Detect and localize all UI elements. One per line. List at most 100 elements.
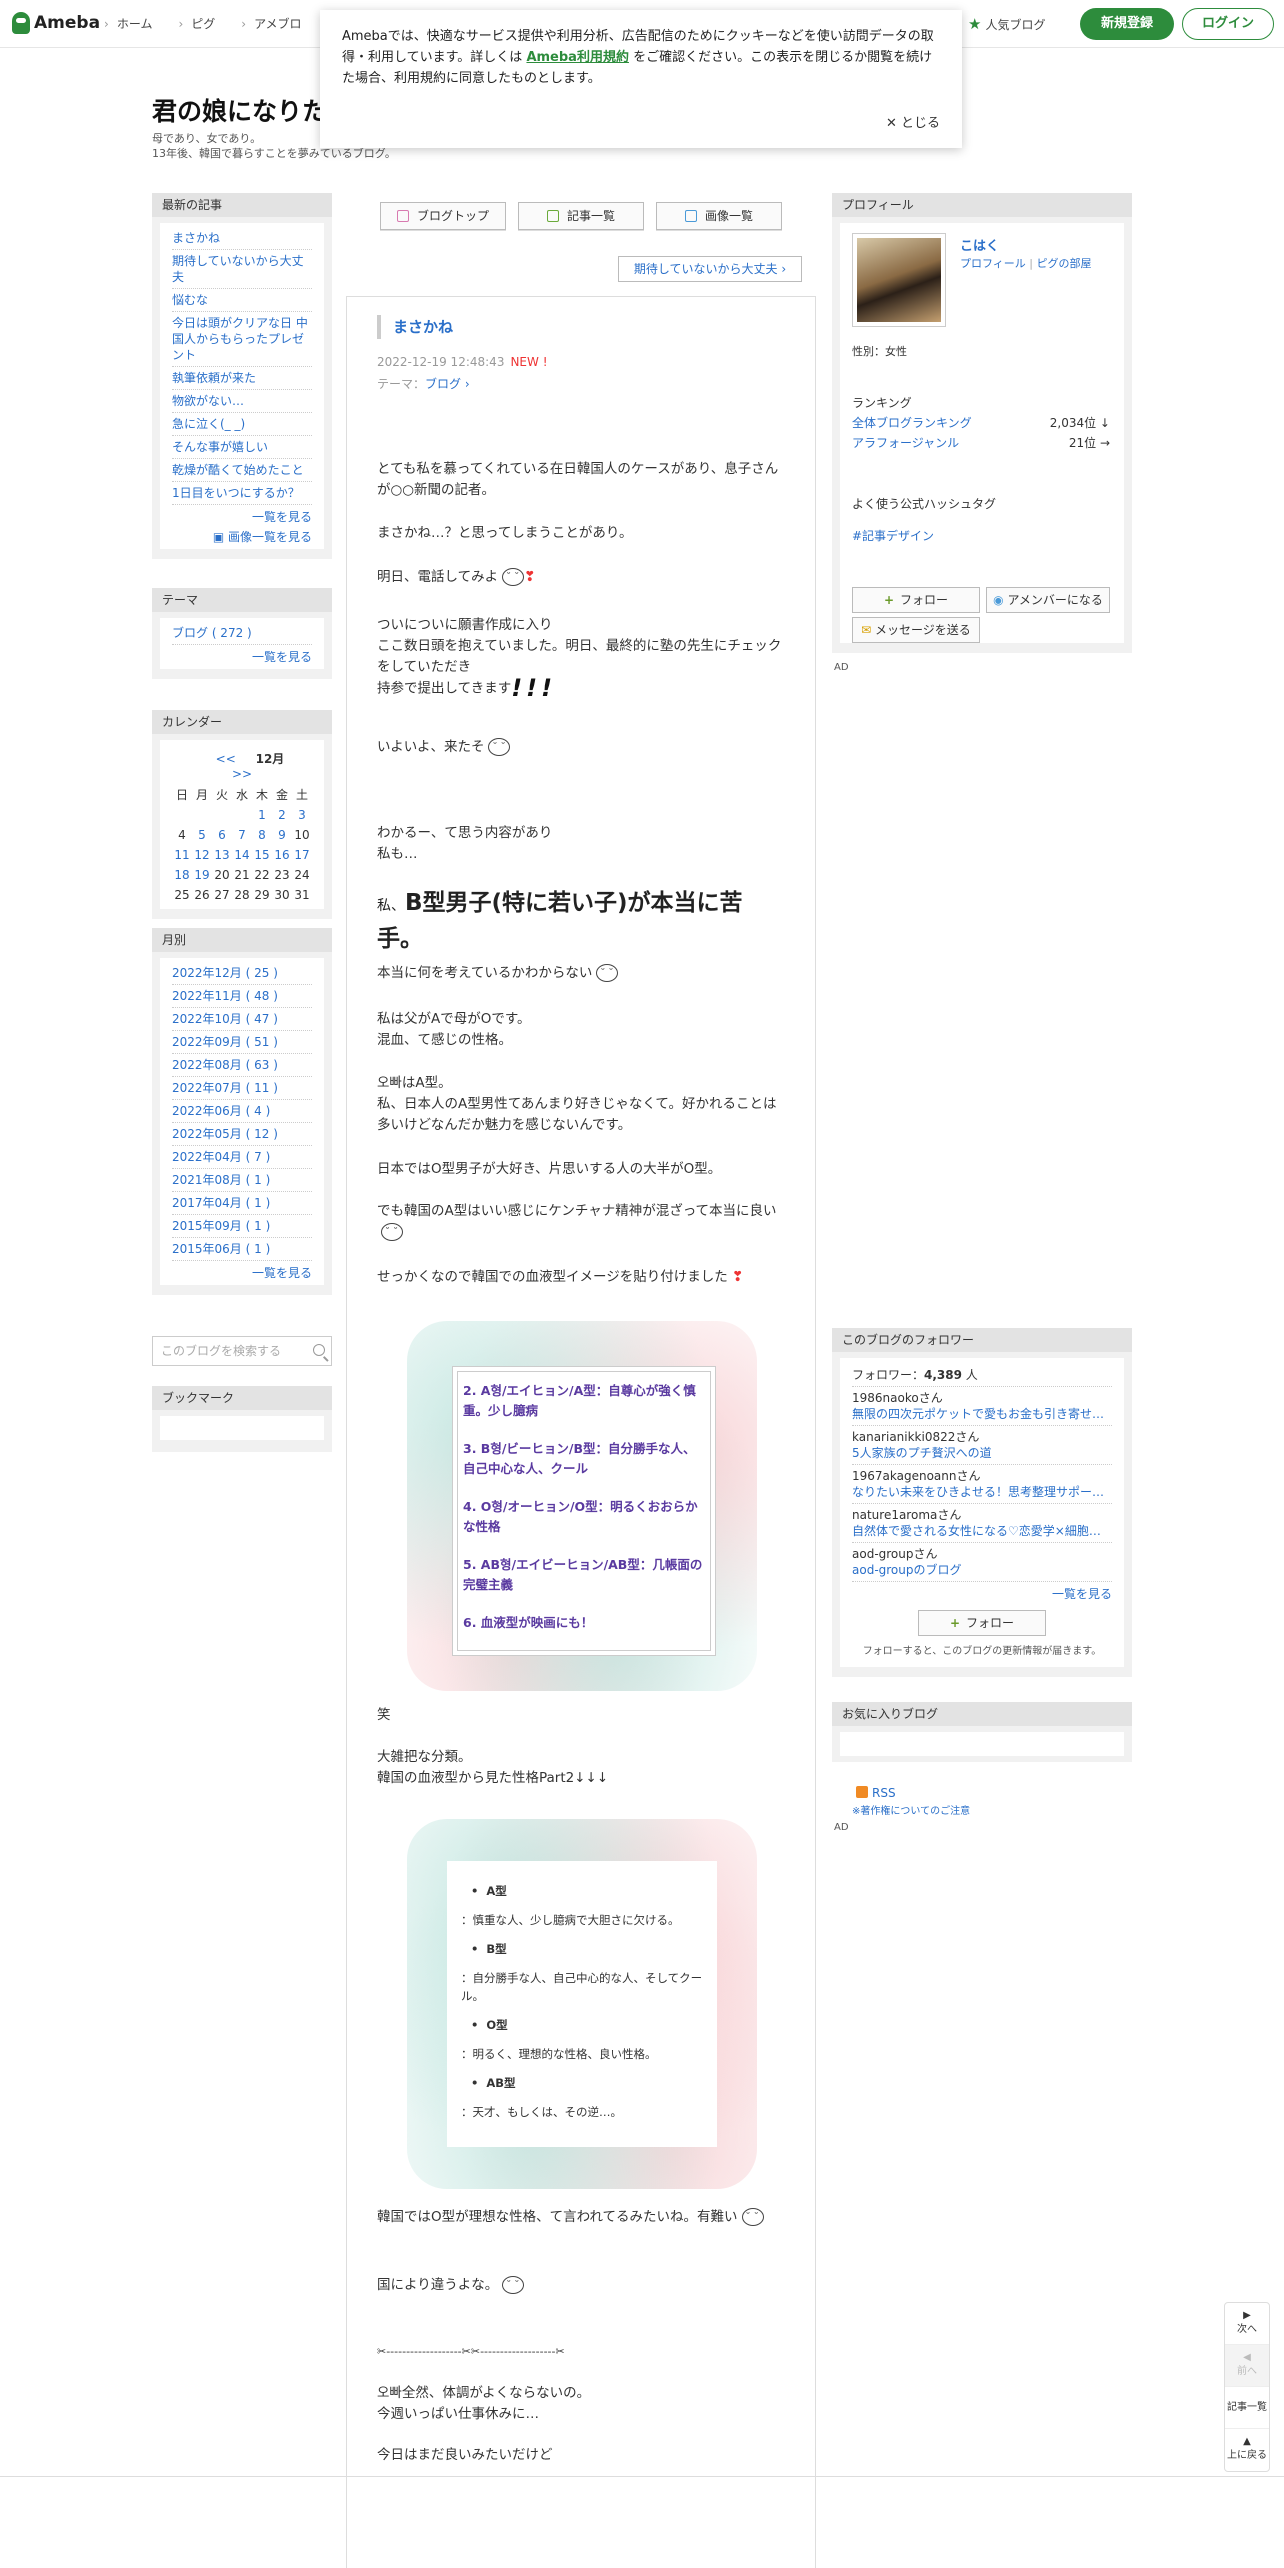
profile-name[interactable]: こはく bbox=[960, 235, 999, 254]
calendar-day[interactable]: 12 bbox=[192, 845, 212, 865]
amember-button[interactable]: ◉ アメンバーになる bbox=[986, 587, 1110, 613]
calendar-day[interactable]: 3 bbox=[292, 805, 312, 825]
back-to-top-button[interactable]: ▲ 上に戻る bbox=[1225, 2429, 1269, 2471]
followers-more-link[interactable]: 一覧を見る bbox=[852, 1582, 1112, 1602]
blood-type-label: AB型 bbox=[471, 2075, 703, 2091]
recent-article-link[interactable]: 期待していないから大丈夫 bbox=[172, 250, 312, 289]
calendar-day[interactable]: 18 bbox=[172, 865, 192, 885]
recent-article-link[interactable]: 1日目をいつにするか？ bbox=[172, 482, 312, 505]
article-paragraph: ついについに願書作成に入り ここ数日頭を抱えていました。明日、最終的に塾の先生に… bbox=[377, 615, 787, 700]
calendar-day[interactable]: 13 bbox=[212, 845, 232, 865]
recent-article-link[interactable]: 執筆依頼が来た bbox=[172, 367, 312, 390]
calendar-day[interactable]: 19 bbox=[192, 865, 212, 885]
follower-blog-link[interactable]: なりたい未来をひきよせる！思考整理サポー… bbox=[852, 1484, 1112, 1500]
theme-blog-link[interactable]: ブログ ( 272 ) bbox=[172, 622, 312, 645]
rabbit-emoji-icon bbox=[502, 567, 525, 588]
follow-note: フォローすると、このブログの更新情報が届きます。 bbox=[862, 1646, 1102, 1657]
register-button[interactable]: 新規登録 bbox=[1080, 8, 1174, 40]
monthly-archive-link[interactable]: 2022年09月 ( 51 ) bbox=[172, 1031, 312, 1054]
cookie-close-button[interactable]: ✕ とじる bbox=[886, 113, 940, 134]
image-list-link[interactable]: ▣ 画像一覧を見る bbox=[172, 525, 312, 545]
copyright-note-link[interactable]: ※著作権についてのご注意 bbox=[852, 1802, 970, 1817]
profile-link[interactable]: プロフィール bbox=[960, 257, 1026, 270]
follower-list: 1986naokoさん 無限の四次元ポケットで愛もお金も引き寄せ… kanarian… bbox=[852, 1387, 1112, 1582]
calendar-day[interactable]: 6 bbox=[212, 825, 232, 845]
recent-article-link[interactable]: 悩むな bbox=[172, 289, 312, 312]
next-article-link[interactable]: 期待していないから大丈夫 › bbox=[618, 256, 802, 282]
article-title[interactable]: まさかね bbox=[377, 315, 453, 339]
ameba-logo[interactable]: Ameba bbox=[12, 12, 100, 34]
follower-blog-link[interactable]: aod-groupのブログ bbox=[852, 1562, 1112, 1578]
monthly-archive-link[interactable]: 2022年06月 ( 4 ) bbox=[172, 1100, 312, 1123]
calendar-day[interactable]: 7 bbox=[232, 825, 252, 845]
recent-article-link[interactable]: 今日は頭がクリアな日 中国人からもらったプレゼント bbox=[172, 312, 312, 367]
monthly-archive-link[interactable]: 2022年05月 ( 12 ) bbox=[172, 1123, 312, 1146]
pigg-room-link[interactable]: ピグの部屋 bbox=[1036, 257, 1091, 270]
article-list-float-button[interactable]: 記事一覧 bbox=[1225, 2387, 1269, 2429]
recent-article-link[interactable]: 急に泣く(_ _) bbox=[172, 413, 312, 436]
monthly-archive-link[interactable]: 2022年10月 ( 47 ) bbox=[172, 1008, 312, 1031]
blog-search-input[interactable]: このブログを検索する bbox=[152, 1336, 332, 1366]
genre-ranking-link[interactable]: アラフォージャンル bbox=[852, 433, 959, 453]
blog-title[interactable]: 君の娘になりた bbox=[152, 92, 327, 128]
rss-link[interactable]: RSS bbox=[856, 1786, 896, 1800]
calendar-day[interactable]: 14 bbox=[232, 845, 252, 865]
monthly-archive-link[interactable]: 2022年04月 ( 7 ) bbox=[172, 1146, 312, 1169]
calendar-day[interactable]: 5 bbox=[192, 825, 212, 845]
prev-button[interactable]: ◀ 前へ bbox=[1225, 2345, 1269, 2387]
monthly-archive-link[interactable]: 2021年08月 ( 1 ) bbox=[172, 1169, 312, 1192]
calendar-day[interactable]: 1 bbox=[252, 805, 272, 825]
calendar-day[interactable]: 15 bbox=[252, 845, 272, 865]
article-theme-link[interactable]: ブログ › bbox=[425, 377, 470, 391]
recent-article-link[interactable]: まさかね bbox=[172, 227, 312, 250]
blog-top-button[interactable]: ブログトップ bbox=[380, 202, 506, 230]
nav-ameblo[interactable]: アメブロ bbox=[241, 15, 301, 32]
recent-article-link[interactable]: 物欲がない… bbox=[172, 390, 312, 413]
calendar-next-button[interactable]: >> bbox=[232, 767, 252, 781]
hashtag-link[interactable]: #記事デザイン bbox=[852, 527, 934, 544]
overall-ranking-link[interactable]: 全体ブログランキング bbox=[852, 413, 972, 433]
monthly-archive-link[interactable]: 2022年07月 ( 11 ) bbox=[172, 1077, 312, 1100]
blood-type-image-1[interactable]: 2. A형/エイヒョン/A型：自尊心が強く慎重。少し臆病 3. B형/ビーヒョン… bbox=[407, 1321, 757, 1691]
monthly-archive-link[interactable]: 2017年04月 ( 1 ) bbox=[172, 1192, 312, 1215]
calendar-day[interactable]: 17 bbox=[292, 845, 312, 865]
search-icon[interactable] bbox=[313, 1344, 325, 1356]
monthly-archive-link[interactable]: 2022年08月 ( 63 ) bbox=[172, 1054, 312, 1077]
monthly-archive-link[interactable]: 2022年12月 ( 25 ) bbox=[172, 962, 312, 985]
follower-blog-link[interactable]: 自然体で愛される女性になる♡恋愛学×細胞美… bbox=[852, 1523, 1112, 1539]
blood-type-image-2[interactable]: A型 ：慎重な人、少し臆病で大胆さに欠ける。 B型 ：自分勝手な人、自己中心的な… bbox=[407, 1819, 757, 2189]
article-list-button[interactable]: 記事一覧 bbox=[518, 202, 644, 230]
article-list-float-label: 記事一覧 bbox=[1227, 2402, 1267, 2413]
follower-blog-link[interactable]: 5人家族のプチ贅沢への道 bbox=[852, 1445, 1112, 1461]
monthly-archive-link[interactable]: 2022年11月 ( 48 ) bbox=[172, 985, 312, 1008]
follow-button[interactable]: + フォロー bbox=[852, 587, 980, 613]
popular-blogs-link[interactable]: ★ 人気ブログ bbox=[968, 15, 1045, 33]
recent-more-link[interactable]: 一覧を見る bbox=[172, 505, 312, 525]
send-message-button[interactable]: ✉ メッセージを送る bbox=[852, 617, 980, 643]
calendar-day[interactable]: 8 bbox=[252, 825, 272, 845]
terms-link[interactable]: Ameba利用規約 bbox=[526, 50, 629, 65]
monthly-archive-link[interactable]: 2015年06月 ( 1 ) bbox=[172, 1238, 312, 1261]
login-button[interactable]: ログイン bbox=[1182, 8, 1274, 40]
calendar-day[interactable]: 11 bbox=[172, 845, 192, 865]
next-button[interactable]: ▶ 次へ bbox=[1225, 2303, 1269, 2345]
image-icon: ▣ bbox=[212, 530, 228, 544]
exclamation-emoji-icon: !!! bbox=[511, 674, 557, 702]
recent-article-link[interactable]: そんな事が嬉しい bbox=[172, 436, 312, 459]
recent-article-link[interactable]: 乾燥が酷くて始めたこと bbox=[172, 459, 312, 482]
calendar-prev-button[interactable]: << bbox=[216, 752, 236, 766]
calendar-day[interactable]: 2 bbox=[272, 805, 292, 825]
follower-blog-link[interactable]: 無限の四次元ポケットで愛もお金も引き寄せ… bbox=[852, 1406, 1112, 1422]
monthly-more-link[interactable]: 一覧を見る bbox=[172, 1261, 312, 1281]
avatar[interactable] bbox=[852, 233, 946, 327]
image-list-button[interactable]: 画像一覧 bbox=[656, 202, 782, 230]
calendar-grid: 日月火水木金土 1 2 3 4 5 6 7 8 9 10 11 12 13 14 15 16 17 18 19 20 21… bbox=[172, 785, 312, 905]
nav-pigg[interactable]: ピグ bbox=[178, 15, 215, 32]
calendar-day[interactable]: 9 bbox=[272, 825, 292, 845]
follow-button-2[interactable]: + フォロー bbox=[918, 1610, 1046, 1636]
theme-more-link[interactable]: 一覧を見る bbox=[172, 645, 312, 665]
calendar-day[interactable]: 16 bbox=[272, 845, 292, 865]
nav-home[interactable]: ホーム bbox=[104, 15, 153, 32]
monthly-heading: 月別 bbox=[152, 928, 332, 952]
monthly-archive-link[interactable]: 2015年09月 ( 1 ) bbox=[172, 1215, 312, 1238]
